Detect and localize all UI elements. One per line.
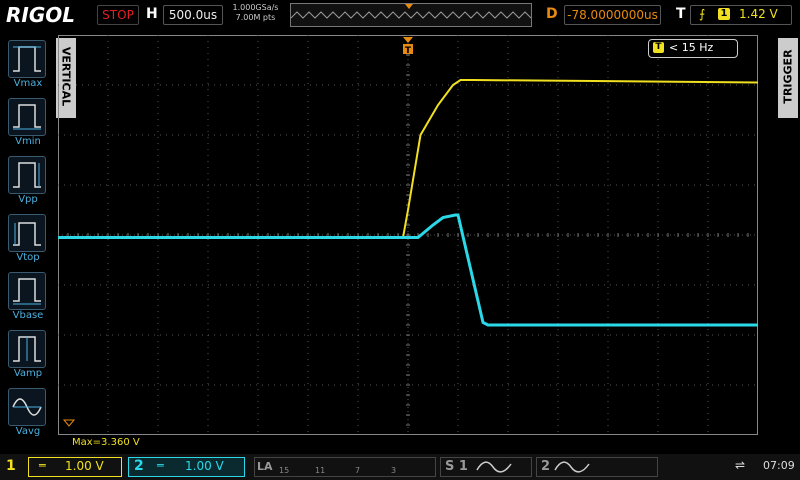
delay-label: D (546, 6, 558, 22)
vbase-label: Vbase (12, 310, 44, 321)
ch2-settings[interactable]: ═ 1.00 V (128, 457, 245, 477)
ground-marker (62, 419, 76, 427)
trigger-menu-tab[interactable]: TRIGGER (778, 38, 798, 118)
top-status-bar: RIGOL STOP H 500.0us 1.000GSa/s 7.00M pt… (0, 0, 800, 30)
trigger-level-value: 1.42 V (739, 7, 778, 21)
ch2-scale: 1.00 V (185, 459, 224, 473)
trigger-position-marker (403, 37, 413, 43)
system-clock: 07:09 (763, 459, 795, 472)
vavg-label: Vavg (15, 426, 41, 437)
ch2-coupling-icon: ═ (157, 459, 164, 472)
vtop-icon (8, 214, 46, 252)
acquisition-info: 1.000GSa/s 7.00M pts (228, 3, 283, 23)
memory-trigger-marker (405, 4, 413, 9)
vmax-icon (8, 40, 46, 78)
s1-label: S 1 (445, 459, 468, 474)
rising-edge-icon: ⨍ (699, 7, 706, 21)
trigger-position-label: T (405, 46, 412, 56)
freq-source-badge: T (653, 42, 664, 53)
ch1-scale: 1.00 V (65, 459, 104, 473)
decoder-s2[interactable]: 2 (536, 457, 658, 477)
vbase-icon (8, 272, 46, 310)
vpp-label: Vpp (18, 194, 38, 205)
timebase-value[interactable]: 500.0us (163, 5, 223, 25)
ch1-coupling-icon: ═ (39, 459, 46, 472)
memory-depth: 7.00M pts (235, 13, 276, 22)
trigger-settings[interactable]: ⨍ 1 1.42 V (690, 5, 792, 25)
vamp-label: Vamp (13, 368, 43, 379)
run-stop-status[interactable]: STOP (97, 5, 139, 25)
trigger-tab-label: TRIGGER (781, 49, 795, 104)
vamp-icon (8, 330, 46, 368)
trigger-source-badge: 1 (718, 8, 730, 20)
measure-vavg[interactable]: Vavg (4, 386, 54, 438)
horizontal-label: H (146, 6, 158, 22)
brand-logo: RIGOL (6, 3, 76, 27)
s1-wave-icon (476, 461, 512, 473)
vmin-icon (8, 98, 46, 136)
memory-waveform-overview[interactable] (290, 3, 532, 27)
measure-menu: Vmax Vmin Vpp Vtop Vbase Vamp Vavg (0, 38, 56, 458)
memory-overview-graphic (290, 4, 532, 19)
measure-vpp[interactable]: Vpp (4, 154, 54, 206)
measure-vmin[interactable]: Vmin (4, 96, 54, 148)
la-group-11: 11 (315, 466, 326, 475)
waveform-display[interactable]: T (58, 35, 758, 435)
sample-rate: 1.000GSa/s (232, 3, 279, 12)
la-group-3: 3 (391, 466, 397, 475)
s2-wave-icon (554, 461, 590, 473)
channel-status-bar: 1 ═ 1.00 V ═ 1.00 V 2 LA 15 11 7 3 S 1 2… (0, 454, 800, 480)
frequency-counter: T < 15 Hz (648, 39, 738, 58)
vmax-label: Vmax (13, 78, 43, 89)
ch1-settings[interactable]: ═ 1.00 V (28, 457, 122, 477)
ch2-number: 2 (134, 458, 144, 474)
vmin-label: Vmin (15, 136, 41, 147)
measurement-result: Max=3.360 V (72, 437, 140, 448)
logic-analyzer-status[interactable]: LA 15 11 7 3 (254, 457, 436, 477)
s2-label: 2 (541, 459, 551, 474)
trigger-delay-value[interactable]: -78.0000000us (564, 5, 661, 25)
measure-vbase[interactable]: Vbase (4, 270, 54, 322)
la-label: LA (257, 460, 273, 473)
la-group-15: 15 (279, 466, 290, 475)
vavg-icon (8, 388, 46, 426)
measure-vmax[interactable]: Vmax (4, 38, 54, 90)
trigger-label: T (676, 6, 686, 22)
vtop-label: Vtop (16, 252, 40, 263)
freq-readout: < 15 Hz (669, 41, 714, 54)
ch1-number: 1 (6, 458, 16, 474)
la-group-7: 7 (355, 466, 361, 475)
vpp-icon (8, 156, 46, 194)
measure-vtop[interactable]: Vtop (4, 212, 54, 264)
usb-icon: ⇌ (735, 458, 746, 472)
measure-vamp[interactable]: Vamp (4, 328, 54, 380)
decoder-s1[interactable]: S 1 (440, 457, 532, 477)
